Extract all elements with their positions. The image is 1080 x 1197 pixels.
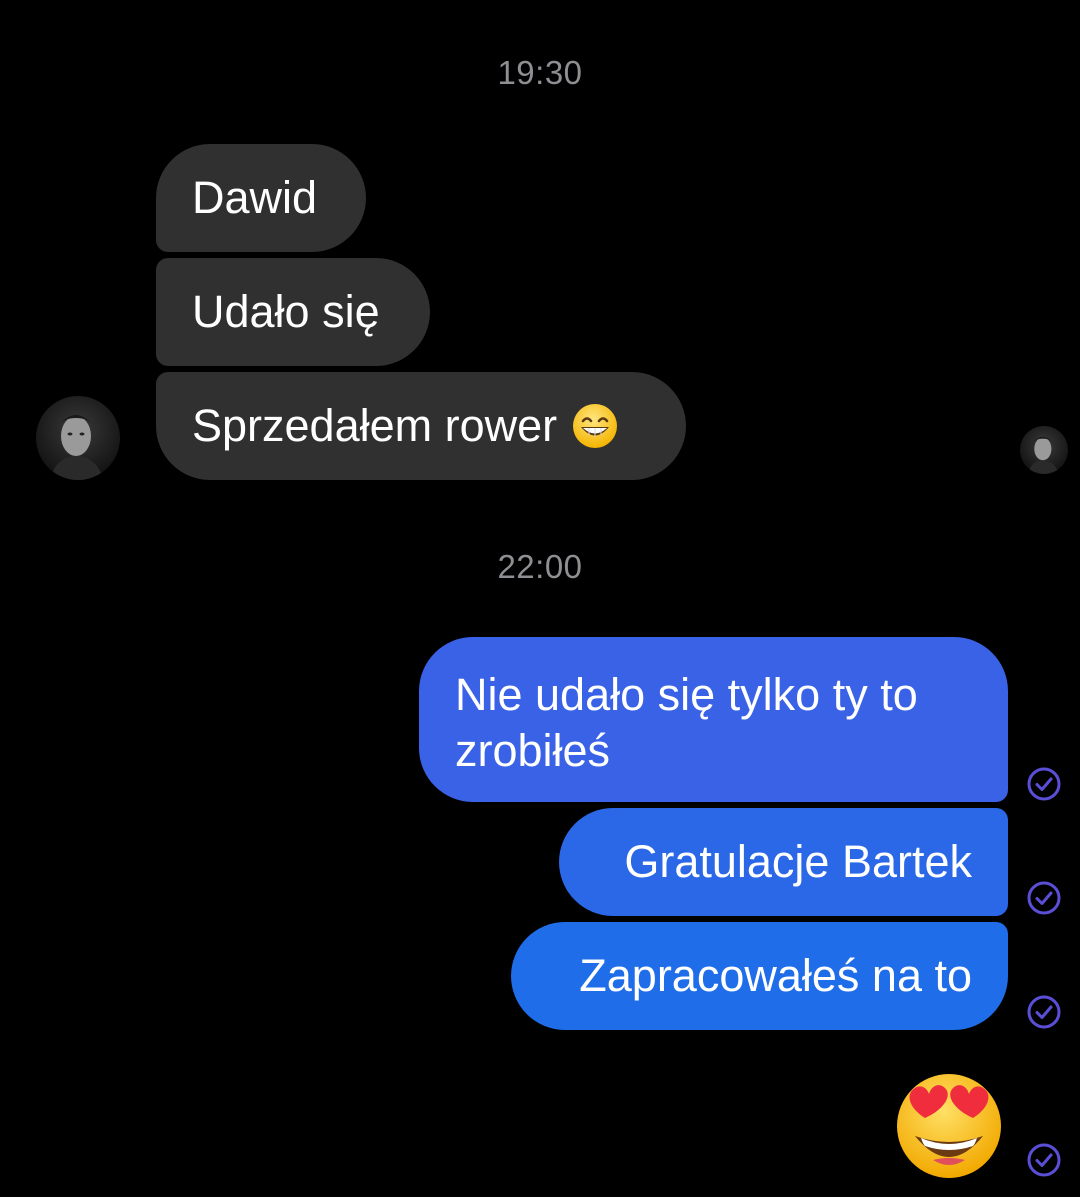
- incoming-message[interactable]: Udało się: [156, 258, 430, 366]
- outgoing-message[interactable]: Gratulacje Bartek: [559, 808, 1008, 916]
- timestamp: 22:00: [497, 548, 583, 585]
- incoming-message[interactable]: Sprzedałem rower: [156, 372, 686, 480]
- outgoing-message[interactable]: Nie udało się tylko ty to zrobiłeś: [419, 637, 1008, 802]
- contact-photo-icon: [1020, 426, 1068, 474]
- heart-eyes-emoji-icon[interactable]: [893, 1068, 1005, 1180]
- contact-photo-icon: [36, 396, 120, 480]
- delivered-check-icon: [1027, 995, 1061, 1029]
- delivered-check-icon: [1027, 881, 1061, 915]
- message-text: Gratulacje Bartek: [624, 836, 972, 887]
- timestamp: 19:30: [497, 54, 583, 91]
- message-text: Zapracowałeś na to: [579, 950, 972, 1001]
- delivered-check-icon: [1027, 1143, 1061, 1177]
- message-text: Sprzedałem rower: [192, 400, 558, 451]
- message-text: Nie udało się tylko ty to zrobiłeś: [455, 669, 918, 776]
- avatar[interactable]: [36, 396, 120, 480]
- incoming-message[interactable]: Dawid: [156, 144, 366, 252]
- grinning-face-emoji-icon: [573, 404, 618, 448]
- message-text: Udało się: [192, 286, 380, 337]
- message-text: Dawid: [192, 172, 318, 223]
- delivered-check-icon: [1027, 767, 1061, 801]
- outgoing-message[interactable]: Zapracowałeś na to: [511, 922, 1008, 1030]
- read-receipt-avatar: [1020, 426, 1068, 474]
